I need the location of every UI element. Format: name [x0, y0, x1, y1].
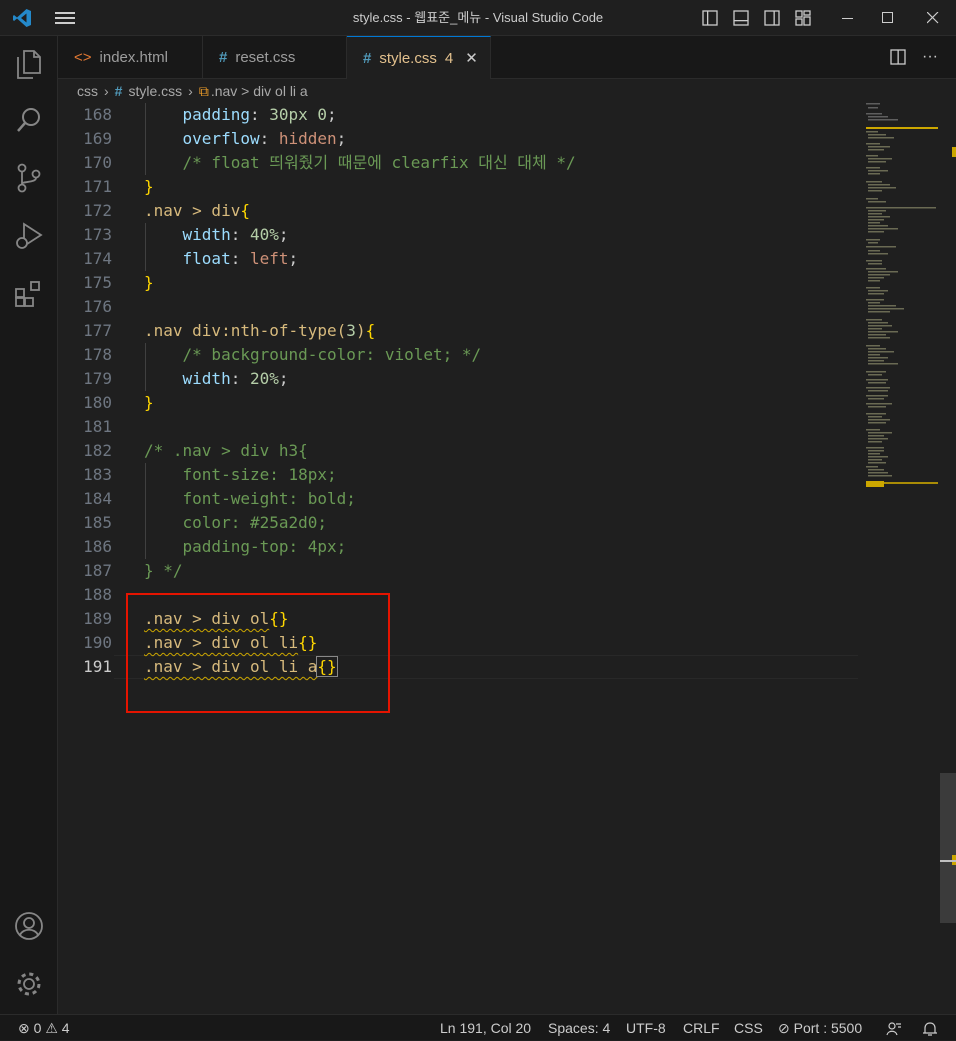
feedback-icon[interactable] — [886, 1015, 902, 1041]
code-line: 182/* .nav > div h3{ — [83, 441, 308, 460]
code-line: 181 — [83, 417, 112, 436]
encoding-status[interactable]: UTF-8 — [626, 1015, 666, 1041]
warning-count: 4 — [61, 1020, 70, 1036]
run-debug-icon[interactable] — [0, 212, 58, 260]
cursor-position[interactable]: Ln 191, Col 20 — [440, 1015, 531, 1041]
customize-layout-icon[interactable] — [793, 0, 813, 36]
breadcrumb-symbol[interactable]: .nav > div ol li a — [211, 83, 308, 99]
live-server-status[interactable]: ⊘ Port : 5500 — [778, 1015, 862, 1041]
tab-label: reset.css — [235, 48, 296, 66]
code-line: 169 overflow: hidden; — [83, 129, 347, 148]
live-server-icon: ⊘ — [778, 1020, 790, 1036]
indentation-status[interactable]: Spaces: 4 — [548, 1015, 610, 1041]
error-icon: ⊗ — [18, 1020, 30, 1036]
language-mode[interactable]: CSS — [734, 1015, 763, 1041]
code-line: 178 /* background-color: violet; */ — [83, 345, 482, 364]
extensions-icon[interactable] — [0, 270, 58, 318]
toggle-secondary-sidebar-icon[interactable] — [762, 0, 782, 36]
more-actions-icon[interactable]: ··· — [918, 36, 942, 78]
problems-status[interactable]: ⊗ 0 ⚠ 4 — [18, 1015, 70, 1041]
code-line: 172 .nav > div{ — [83, 201, 250, 220]
code-line: 175} — [83, 273, 154, 292]
highlight-annotation-box — [126, 593, 390, 713]
html-file-icon: <> — [74, 48, 92, 66]
eol-status[interactable]: CRLF — [683, 1015, 720, 1041]
search-icon[interactable] — [0, 96, 58, 144]
scrollbar-thumb[interactable] — [940, 773, 956, 923]
code-line: 171} — [83, 177, 154, 196]
toggle-primary-sidebar-icon[interactable] — [700, 0, 720, 36]
minimap[interactable] — [862, 103, 940, 1014]
tab-style-css[interactable]: # style.css 4 ✕ — [347, 36, 491, 79]
accounts-icon[interactable] — [0, 902, 58, 950]
chevron-right-icon: › — [188, 83, 193, 99]
scrollbar-cursor-marker — [940, 860, 956, 862]
split-editor-icon[interactable] — [888, 36, 908, 78]
error-count: 0 — [33, 1020, 42, 1036]
problems-count-badge: 4 — [444, 49, 454, 67]
status-bar: ⊗ 0 ⚠ 4 Ln 191, Col 20 Spaces: 4 UTF-8 C… — [0, 1014, 956, 1040]
tab-index-html[interactable]: <> index.html — [58, 36, 203, 78]
tab-label: index.html — [99, 48, 168, 66]
code-line: 179 width: 20%; — [83, 369, 289, 388]
live-server-port: Port : 5500 — [793, 1020, 863, 1036]
code-line: 185 color: #25a2d0; — [83, 513, 328, 532]
chevron-right-icon: › — [104, 83, 109, 99]
scrollbar-warning-marker — [952, 147, 956, 157]
notifications-bell-icon[interactable] — [922, 1015, 938, 1041]
code-line: 184 font-weight: bold; — [83, 489, 356, 508]
explorer-icon[interactable] — [0, 40, 58, 88]
activity-bar — [0, 36, 58, 1014]
css-file-icon: # — [114, 83, 123, 99]
breadcrumb-folder[interactable]: css — [77, 83, 98, 99]
manage-gear-icon[interactable] — [0, 960, 58, 1008]
close-tab-icon[interactable]: ✕ — [465, 49, 478, 67]
editor-tab-bar: <> index.html # reset.css # style.css 4 … — [58, 36, 956, 79]
minimize-button[interactable] — [833, 0, 863, 36]
code-line: 176 — [83, 297, 112, 316]
code-line: 174 float: left; — [83, 249, 299, 268]
close-window-button[interactable] — [918, 0, 948, 36]
code-line: 187} */ — [83, 561, 183, 580]
code-line: 186 padding-top: 4px; — [83, 537, 347, 556]
css-file-icon: # — [363, 49, 372, 67]
vertical-scrollbar[interactable] — [940, 103, 956, 1014]
warning-icon: ⚠ — [45, 1020, 58, 1036]
breadcrumb-file[interactable]: style.css — [128, 83, 182, 99]
code-line: 177 .nav div:nth-of-type(3){ — [83, 321, 376, 340]
code-line: 183 font-size: 18px; — [83, 465, 337, 484]
breadcrumb: css › # style.css › ⧉ .nav > div ol li a — [58, 79, 956, 103]
tab-label: style.css — [379, 49, 437, 67]
title-bar: style.css - 웹표준_메뉴 - Visual Studio Code — [0, 0, 956, 36]
maximize-button[interactable] — [873, 0, 903, 36]
source-control-icon[interactable] — [0, 154, 58, 202]
code-line: 180} — [83, 393, 154, 412]
toggle-panel-icon[interactable] — [731, 0, 751, 36]
code-line: 168 padding: 30px 0; — [83, 105, 337, 124]
tab-reset-css[interactable]: # reset.css — [203, 36, 347, 78]
code-line: 173 width: 40%; — [83, 225, 289, 244]
code-line: 170 /* float 띄워줬기 때문에 clearfix 대신 대체 */ — [83, 153, 576, 172]
symbol-class-icon: ⧉ — [198, 82, 209, 99]
css-file-icon: # — [219, 48, 228, 66]
code-editor[interactable]: 168 padding: 30px 0; 169 overflow: hidde… — [58, 103, 858, 1014]
